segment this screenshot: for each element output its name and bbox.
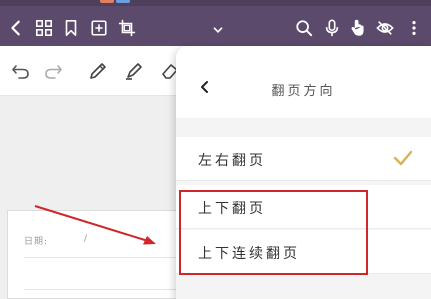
chevron-down-icon[interactable] [208, 20, 228, 40]
status-indicator [100, 0, 114, 3]
bookmark-icon[interactable] [61, 18, 81, 38]
status-indicator [116, 0, 130, 3]
option-label: 左右翻页 [198, 153, 266, 169]
more-vertical-icon[interactable] [404, 18, 424, 38]
search-icon[interactable] [294, 18, 314, 38]
ruled-line [24, 289, 184, 290]
option-divider [176, 180, 431, 181]
top-app-bar [0, 0, 431, 46]
annotation-highlight-box [179, 190, 368, 275]
highlighter-icon[interactable] [121, 58, 147, 84]
option-horizontal-flip[interactable]: 左右翻页 [176, 137, 431, 181]
undo-icon[interactable] [8, 58, 34, 84]
add-page-icon[interactable] [89, 18, 109, 38]
date-label: 日期: [24, 237, 49, 247]
ruled-line [24, 257, 184, 258]
back-icon[interactable] [6, 18, 26, 38]
panel-title: 翻页方向 [271, 84, 336, 99]
date-separator: / [84, 234, 88, 244]
checkmark-icon [393, 150, 413, 166]
pen-icon[interactable] [85, 58, 111, 84]
redo-icon[interactable] [40, 58, 66, 84]
grid-icon[interactable] [34, 18, 54, 38]
touch-hand-icon[interactable] [348, 18, 368, 38]
microphone-icon[interactable] [322, 18, 342, 38]
crop-icon[interactable] [117, 18, 137, 38]
status-strip [0, 0, 431, 6]
panel-header: 翻页方向 [176, 46, 431, 118]
eye-off-icon[interactable] [375, 18, 395, 38]
